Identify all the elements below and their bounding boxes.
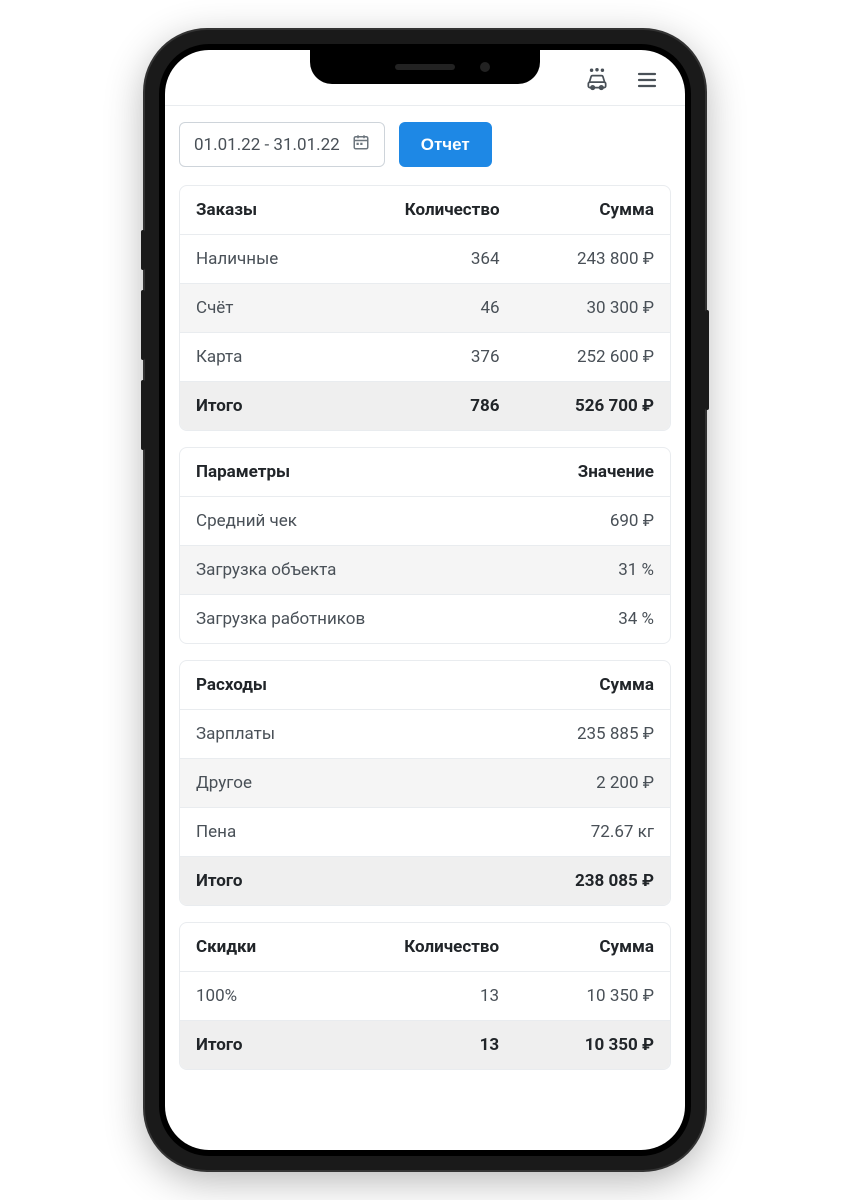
table-row: Наличные 364 243 800 ₽ bbox=[180, 235, 670, 284]
hamburger-icon[interactable] bbox=[633, 66, 661, 94]
cell-name: Средний чек bbox=[180, 497, 499, 546]
cell-sum: 526 700 ₽ bbox=[516, 382, 670, 431]
discounts-header-qty: Количество bbox=[321, 923, 515, 972]
cell-name: Пена bbox=[180, 808, 425, 857]
cell-value: 31 % bbox=[499, 546, 670, 595]
phone-side-button bbox=[705, 310, 709, 410]
cell-value: 238 085 ₽ bbox=[425, 857, 670, 906]
cell-qty: 13 bbox=[321, 972, 515, 1021]
app-root: 01.01.22 - 31.01.22 bbox=[165, 50, 685, 1150]
table-row: Счёт 46 30 300 ₽ bbox=[180, 284, 670, 333]
date-range-value: 01.01.22 - 31.01.22 bbox=[194, 135, 340, 155]
phone-side-button bbox=[141, 290, 145, 360]
orders-header-qty: Количество bbox=[339, 186, 516, 235]
discounts-table: Скидки Количество Сумма 100% 13 10 350 ₽ bbox=[180, 923, 670, 1069]
phone-notch bbox=[310, 50, 540, 84]
cell-name: Зарплаты bbox=[180, 710, 425, 759]
cell-qty: 364 bbox=[339, 235, 516, 284]
cell-name: Итого bbox=[180, 1021, 321, 1070]
cell-value: 34 % bbox=[499, 595, 670, 644]
carwash-icon[interactable] bbox=[583, 66, 611, 94]
cell-name: Загрузка работников bbox=[180, 595, 499, 644]
cell-name: Другое bbox=[180, 759, 425, 808]
controls-row: 01.01.22 - 31.01.22 bbox=[179, 122, 671, 167]
cell-sum: 10 350 ₽ bbox=[515, 972, 670, 1021]
table-total-row: Итого 13 10 350 ₽ bbox=[180, 1021, 670, 1070]
calendar-icon bbox=[352, 133, 370, 156]
table-row: Зарплаты 235 885 ₽ bbox=[180, 710, 670, 759]
table-total-row: Итого 786 526 700 ₽ bbox=[180, 382, 670, 431]
discounts-card: Скидки Количество Сумма 100% 13 10 350 ₽ bbox=[179, 922, 671, 1070]
phone-frame: 01.01.22 - 31.01.22 bbox=[145, 30, 705, 1170]
cell-sum: 243 800 ₽ bbox=[516, 235, 670, 284]
orders-card: Заказы Количество Сумма Наличные 364 243… bbox=[179, 185, 671, 431]
table-row: Загрузка объекта 31 % bbox=[180, 546, 670, 595]
expenses-card: Расходы Сумма Зарплаты 235 885 ₽ bbox=[179, 660, 671, 906]
date-range-input[interactable]: 01.01.22 - 31.01.22 bbox=[179, 122, 385, 167]
table-total-row: Итого 238 085 ₽ bbox=[180, 857, 670, 906]
params-header-value: Значение bbox=[499, 448, 670, 497]
cell-name: Итого bbox=[180, 382, 339, 431]
expenses-table: Расходы Сумма Зарплаты 235 885 ₽ bbox=[180, 661, 670, 905]
cell-value: 690 ₽ bbox=[499, 497, 670, 546]
cell-name: Карта bbox=[180, 333, 339, 382]
orders-header-sum: Сумма bbox=[516, 186, 670, 235]
cell-name: Наличные bbox=[180, 235, 339, 284]
table-row: Другое 2 200 ₽ bbox=[180, 759, 670, 808]
cell-sum: 30 300 ₽ bbox=[516, 284, 670, 333]
cell-sum: 252 600 ₽ bbox=[516, 333, 670, 382]
orders-table: Заказы Количество Сумма Наличные 364 243… bbox=[180, 186, 670, 430]
cell-name: Итого bbox=[180, 857, 425, 906]
expenses-header-name: Расходы bbox=[180, 661, 425, 710]
cell-name: 100% bbox=[180, 972, 321, 1021]
discounts-header-sum: Сумма bbox=[515, 923, 670, 972]
cell-qty: 786 bbox=[339, 382, 516, 431]
table-row: Средний чек 690 ₽ bbox=[180, 497, 670, 546]
table-row: Карта 376 252 600 ₽ bbox=[180, 333, 670, 382]
phone-side-button bbox=[141, 380, 145, 450]
cell-name: Счёт bbox=[180, 284, 339, 333]
cell-value: 2 200 ₽ bbox=[425, 759, 670, 808]
cell-qty: 13 bbox=[321, 1021, 515, 1070]
table-row: Пена 72.67 кг bbox=[180, 808, 670, 857]
expenses-header-sum: Сумма bbox=[425, 661, 670, 710]
phone-side-button bbox=[141, 230, 145, 270]
cell-value: 235 885 ₽ bbox=[425, 710, 670, 759]
params-card: Параметры Значение Средний чек 690 ₽ bbox=[179, 447, 671, 644]
orders-header-name: Заказы bbox=[180, 186, 339, 235]
cell-qty: 376 bbox=[339, 333, 516, 382]
cell-sum: 10 350 ₽ bbox=[515, 1021, 670, 1070]
cell-qty: 46 bbox=[339, 284, 516, 333]
params-header-name: Параметры bbox=[180, 448, 499, 497]
params-table: Параметры Значение Средний чек 690 ₽ bbox=[180, 448, 670, 643]
table-row: 100% 13 10 350 ₽ bbox=[180, 972, 670, 1021]
cell-value: 72.67 кг bbox=[425, 808, 670, 857]
discounts-header-name: Скидки bbox=[180, 923, 321, 972]
cell-name: Загрузка объекта bbox=[180, 546, 499, 595]
report-button[interactable]: Отчет bbox=[399, 122, 492, 167]
content: 01.01.22 - 31.01.22 bbox=[165, 106, 685, 1094]
table-row: Загрузка работников 34 % bbox=[180, 595, 670, 644]
